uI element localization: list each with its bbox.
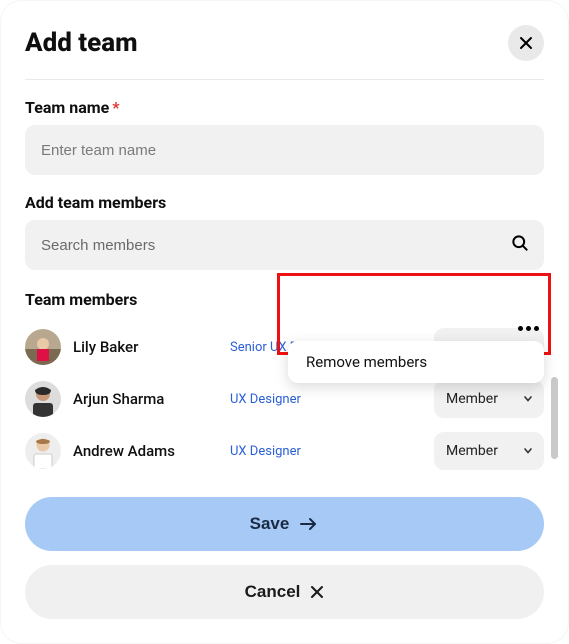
team-name-group: Team name* (25, 98, 544, 175)
member-role: UX Designer (230, 392, 422, 407)
search-wrap (25, 220, 544, 270)
arrow-right-icon (299, 516, 319, 532)
avatar (25, 433, 61, 469)
add-members-group: Add team members (25, 193, 544, 270)
save-button[interactable]: Save (25, 497, 544, 551)
cancel-button-label: Cancel (245, 582, 301, 602)
role-select-value: Member (446, 391, 498, 407)
remove-members-action[interactable]: Remove members (306, 353, 526, 371)
avatar (25, 329, 61, 365)
avatar (25, 381, 61, 417)
modal-title: Add team (25, 28, 138, 58)
member-actions-popover: Remove members (288, 341, 544, 383)
members-list: Remove members Lily Baker Senior UX Desi… (25, 321, 544, 477)
role-select-value: Member (446, 443, 498, 459)
close-icon (310, 585, 324, 599)
cancel-button[interactable]: Cancel (25, 565, 544, 619)
required-marker: * (112, 98, 119, 117)
close-button[interactable] (508, 25, 544, 61)
add-team-modal: Add team Team name* Add team members Tea… (0, 0, 569, 644)
member-row: Andrew Adams UX Designer Member (25, 425, 544, 477)
member-name: Lily Baker (73, 338, 218, 356)
member-role: UX Designer (230, 444, 422, 459)
role-select[interactable]: Member (434, 432, 544, 470)
save-button-label: Save (250, 514, 290, 534)
member-name: Andrew Adams (73, 442, 218, 460)
team-name-input[interactable] (25, 125, 544, 175)
modal-header: Add team (25, 25, 544, 80)
search-members-input[interactable] (25, 220, 544, 270)
chevron-down-icon (524, 396, 532, 402)
team-members-label: Team members (25, 290, 544, 309)
member-actions-menu-button[interactable] (514, 318, 542, 338)
team-name-label: Team name* (25, 98, 544, 117)
modal-buttons: Save Cancel (25, 497, 544, 619)
close-icon (519, 36, 533, 50)
member-name: Arjun Sharma (73, 390, 218, 408)
role-select[interactable]: Member (434, 380, 544, 418)
chevron-down-icon (524, 448, 532, 454)
add-members-label: Add team members (25, 193, 544, 212)
scrollbar-thumb[interactable] (551, 377, 558, 459)
search-icon[interactable] (510, 233, 530, 257)
